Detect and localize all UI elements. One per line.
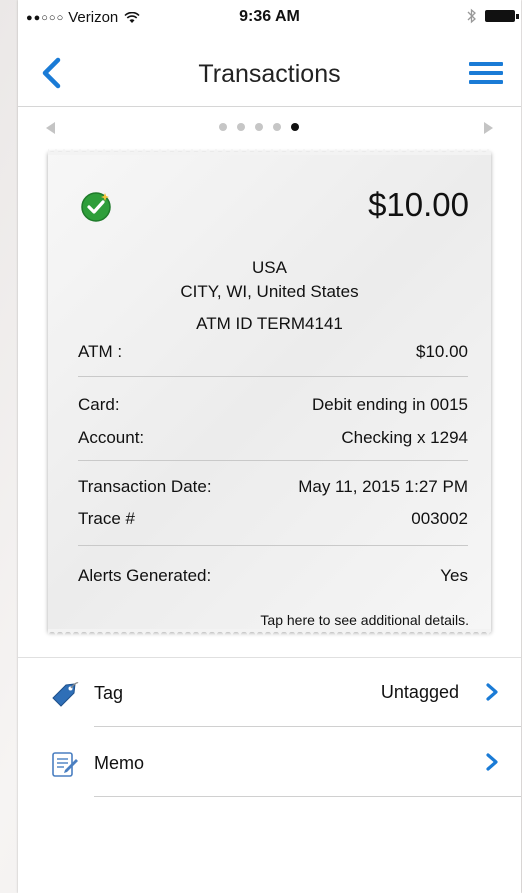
tag-row[interactable]: Tag Untagged [18,657,521,727]
divider [78,545,468,546]
card-row: Card: Debit ending in 0015 [78,395,468,415]
navigation-bar: Transactions [18,40,521,107]
page-indicator [219,123,299,131]
account-row: Account: Checking x 1294 [78,428,468,448]
account-label: Account: [78,428,145,447]
divider [78,460,468,461]
divider [78,376,468,377]
phone-screen: ●●○○○ Verizon 9:36 AM Transactions $10.0… [18,0,521,893]
account-value: Checking x 1294 [341,428,468,447]
verified-check-icon [81,192,111,222]
divider [94,796,521,797]
menu-hamburger-icon[interactable] [469,62,503,88]
merchant-line-2: CITY, WI, United States [180,282,359,301]
memo-label: Memo [94,753,145,773]
page-dot[interactable] [273,123,281,131]
transaction-date-label: Transaction Date: [78,477,212,496]
card-label: Card: [78,395,120,414]
next-page-arrow-icon[interactable] [484,122,493,134]
trace-label: Trace # [78,509,136,528]
chevron-right-icon [486,753,498,771]
chevron-right-icon [486,683,498,701]
status-bar: ●●○○○ Verizon 9:36 AM [18,0,521,34]
bluetooth-icon [467,8,476,24]
merchant-line-3: ATM ID TERM4141 [196,314,343,333]
page-dot-active[interactable] [291,123,299,131]
card-value: Debit ending in 0015 [312,395,468,414]
transaction-type-row: ATM : $10.00 [78,342,468,362]
memo-row[interactable]: Memo [18,727,521,797]
previous-page-arrow-icon[interactable] [46,122,55,134]
tag-label: Tag [94,683,124,703]
transaction-type-label: ATM : [78,342,123,361]
transaction-date-value: May 11, 2015 1:27 PM [298,477,468,496]
page-dot[interactable] [219,123,227,131]
page-dot[interactable] [237,123,245,131]
status-right [467,8,519,24]
tag-value: Untagged [380,682,459,702]
merchant-info: USA CITY, WI, United States ATM ID TERM4… [48,256,491,336]
trace-row: Trace # 003002 [78,509,468,529]
status-time: 9:36 AM [239,8,300,25]
battery-icon [485,10,519,22]
page-dot[interactable] [255,123,263,131]
transaction-date-row: Transaction Date: May 11, 2015 1:27 PM [78,477,468,497]
transaction-type-value: $10.00 [416,342,468,361]
alerts-row: Alerts Generated: Yes [78,566,468,586]
alerts-label: Alerts Generated: [78,566,212,585]
additional-details-link[interactable]: Tap here to see additional details. [260,612,469,628]
transaction-amount: $10.00 [368,186,469,223]
page-title: Transactions [198,60,341,88]
transaction-receipt-card[interactable]: $10.00 USA CITY, WI, United States ATM I… [48,149,491,635]
tag-icon [52,682,79,707]
transaction-pager [18,108,521,148]
memo-icon [52,752,78,777]
trace-value: 003002 [411,509,468,528]
merchant-line-1: USA [252,258,287,277]
alerts-value: Yes [440,566,468,585]
